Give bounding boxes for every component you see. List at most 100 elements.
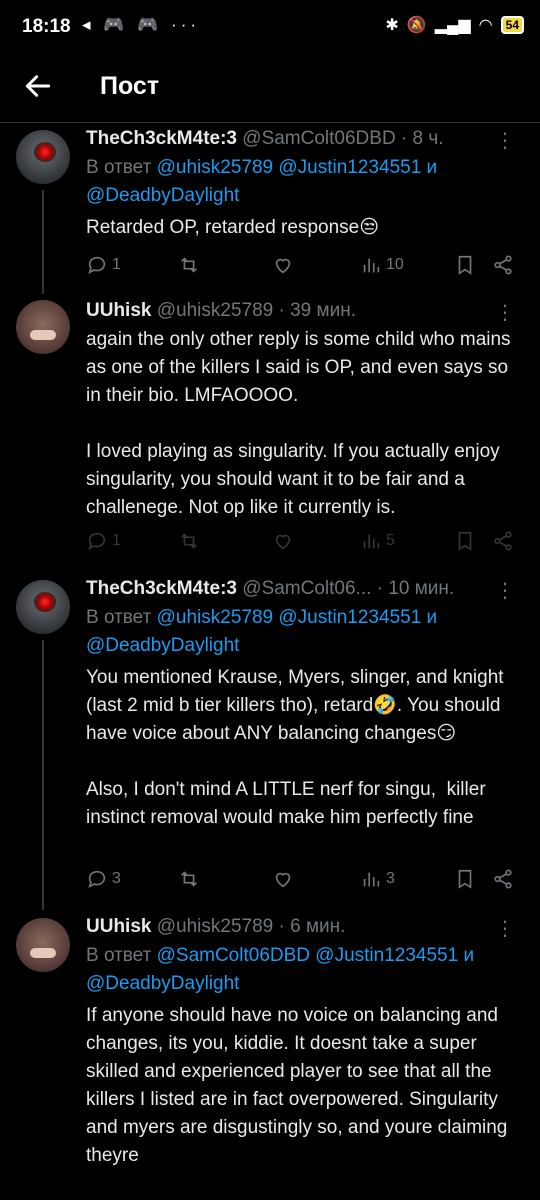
avatar[interactable] (16, 130, 70, 184)
tweet[interactable]: UUhisk @uhisk25789 · 39 мин. ⋮ again the… (0, 294, 540, 570)
heart-icon (275, 534, 291, 550)
author-handle: @uhisk25789 · 6 мин. (156, 916, 346, 937)
retweet-icon (181, 871, 197, 887)
reply-prefix: В ответ (86, 945, 152, 966)
author-name[interactable]: TheCh3ckM4te:3 (86, 578, 237, 599)
views-count: 10 (386, 256, 404, 273)
like-button[interactable] (272, 868, 294, 890)
bookmark-icon (458, 531, 472, 551)
tweet[interactable]: TheCh3ckM4te:3 @SamColt06... · 10 мин. ⋮… (0, 570, 540, 910)
mention-link[interactable]: @DeadbyDaylight (86, 635, 239, 656)
retweet-icon (181, 257, 197, 273)
views-button[interactable]: 10 (360, 254, 404, 276)
system-icons: ✱ 🔕 ▂▄▆ ◠ 54 (385, 15, 524, 35)
author-handle: @uhisk25789 · 39 мин. (156, 300, 356, 321)
reply-and: и (426, 607, 438, 628)
author-name[interactable]: UUhisk (86, 300, 151, 321)
reply-icon (88, 870, 106, 888)
avatar[interactable] (16, 580, 70, 634)
share-button[interactable] (492, 530, 514, 552)
reply-icon (88, 532, 106, 550)
bookmark-icon (458, 869, 472, 889)
reply-button[interactable]: 1 (86, 530, 121, 552)
reply-and: и (426, 157, 438, 178)
share-button[interactable] (492, 254, 514, 276)
tweet-text: If anyone should have no voice on balanc… (86, 1005, 513, 1166)
back-arrow-icon[interactable] (22, 70, 54, 102)
more-options-icon[interactable]: ⋮ (495, 128, 516, 153)
heart-icon (275, 872, 291, 888)
author-name[interactable]: TheCh3ckM4te:3 (86, 128, 237, 149)
retweet-icon (181, 533, 197, 549)
avatar[interactable] (16, 918, 70, 972)
mention-link[interactable]: @uhisk25789 (157, 157, 273, 178)
views-icon (363, 258, 380, 273)
mention-link[interactable]: @uhisk25789 (157, 607, 273, 628)
views-icon (363, 872, 380, 887)
mention-link[interactable]: @SamColt06DBD (157, 945, 310, 966)
retweet-button[interactable] (178, 254, 200, 276)
retweet-button[interactable] (178, 868, 200, 890)
more-options-icon[interactable]: ⋮ (495, 916, 516, 941)
share-icon (494, 531, 512, 551)
reply-icon (88, 256, 106, 274)
battery-icon: 54 (500, 16, 524, 34)
share-icon (494, 255, 512, 275)
mention-link[interactable]: @DeadbyDaylight (86, 973, 239, 994)
tweet-text: again the only other reply is some child… (86, 329, 511, 518)
bookmark-button[interactable] (454, 868, 476, 890)
reply-and: и (463, 945, 475, 966)
mention-link[interactable]: @Justin1234551 (278, 607, 421, 628)
share-icon (494, 869, 512, 889)
reply-button[interactable]: 3 (86, 868, 121, 890)
like-button[interactable] (272, 254, 294, 276)
reply-prefix: В ответ (86, 607, 152, 628)
tweet[interactable]: UUhisk @uhisk25789 · 6 мин. ⋮ В ответ @S… (0, 910, 540, 1200)
mention-link[interactable]: @Justin1234551 (315, 945, 458, 966)
mention-link[interactable]: @DeadbyDaylight (86, 185, 239, 206)
bluetooth-icon: ✱ (385, 17, 399, 34)
status-time: 18:18 (22, 16, 71, 37)
wifi-icon: ◠ (478, 17, 493, 34)
views-icon (363, 534, 380, 549)
mention-link[interactable]: @Justin1234551 (278, 157, 421, 178)
status-bar: 18:18 ◂ 🎮 🎮 ··· ✱ 🔕 ▂▄▆ ◠ 54 (0, 0, 540, 56)
tweet[interactable]: TheCh3ckM4te:3 @SamColt06DBD · 8 ч. ⋮ В … (0, 122, 540, 294)
avatar[interactable] (16, 300, 70, 354)
reply-count: 1 (112, 256, 121, 273)
mute-icon: 🔕 (406, 17, 427, 34)
reply-count: 1 (112, 532, 121, 549)
signal-icon: ▂▄▆ (434, 17, 471, 34)
tweet-actions: 1 10 (86, 254, 526, 282)
reply-to: В ответ @uhisk25789 @Justin1234551 и @De… (86, 154, 516, 210)
bookmark-button[interactable] (454, 254, 476, 276)
views-button[interactable]: 5 (360, 530, 395, 552)
share-button[interactable] (492, 868, 514, 890)
reply-count: 3 (112, 870, 121, 887)
retweet-button[interactable] (178, 530, 200, 552)
like-button[interactable] (272, 530, 294, 552)
tweet-actions: 3 3 (86, 868, 526, 896)
bookmark-button[interactable] (454, 530, 476, 552)
page-title: Пост (100, 72, 160, 100)
bookmark-icon (458, 255, 472, 275)
views-button[interactable]: 3 (360, 868, 395, 890)
author-name[interactable]: UUhisk (86, 916, 151, 937)
reply-button[interactable]: 1 (86, 254, 121, 276)
more-options-icon[interactable]: ⋮ (495, 300, 516, 325)
more-options-icon[interactable]: ⋮ (495, 578, 516, 603)
thread-line (42, 640, 44, 910)
views-count: 3 (386, 870, 395, 887)
reply-to: В ответ @uhisk25789 @Justin1234551 и @De… (86, 604, 516, 660)
reply-prefix: В ответ (86, 157, 152, 178)
author-handle: @SamColt06DBD · 8 ч. (242, 128, 444, 149)
notification-icons: ◂ 🎮 🎮 ··· (82, 15, 201, 34)
tweet-actions: 1 5 (86, 530, 526, 558)
reply-to: В ответ @SamColt06DBD @Justin1234551 и @… (86, 942, 516, 998)
tweet-text: Retarded OP, retarded response😒 (86, 217, 380, 238)
heart-icon (275, 258, 291, 274)
page-header: Пост (0, 56, 540, 120)
thread-line (42, 190, 44, 294)
tweet-text: You mentioned Krause, Myers, slinger, an… (86, 667, 504, 828)
views-count: 5 (386, 532, 395, 549)
